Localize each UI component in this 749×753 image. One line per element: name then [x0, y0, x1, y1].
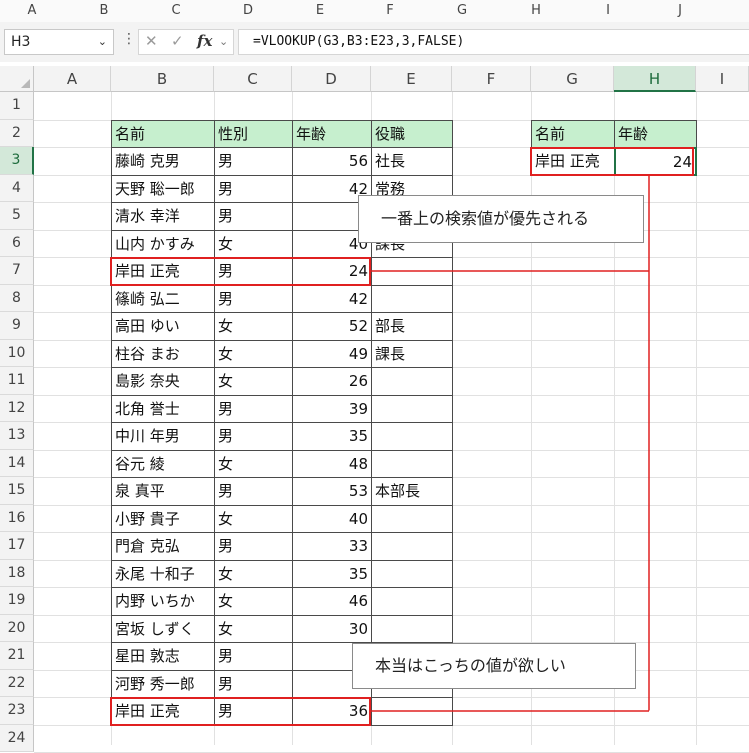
- row-header-14[interactable]: 14: [0, 449, 34, 477]
- row-header-4[interactable]: 4: [0, 174, 34, 202]
- column-header-c[interactable]: C: [214, 66, 292, 92]
- row-header-13[interactable]: 13: [0, 422, 34, 450]
- row-header-2[interactable]: 2: [0, 119, 34, 147]
- row-header-22[interactable]: 22: [0, 669, 34, 697]
- more-icon[interactable]: ⋮: [122, 32, 136, 46]
- row-header-23[interactable]: 23: [0, 697, 34, 725]
- row-header-16[interactable]: 16: [0, 504, 34, 532]
- row-header-20[interactable]: 20: [0, 614, 34, 642]
- callout-top: 一番上の検索値が優先される: [358, 195, 644, 243]
- top-column-letters: A B C D E F G H I J: [0, 0, 749, 23]
- row-header-17[interactable]: 17: [0, 532, 34, 560]
- top-letter-i: I: [606, 3, 610, 18]
- cancel-icon[interactable]: ✕: [145, 32, 158, 50]
- chevron-down-icon[interactable]: ⌄: [98, 30, 107, 54]
- column-header-i[interactable]: I: [696, 66, 749, 92]
- row-header-11[interactable]: 11: [0, 367, 34, 395]
- top-letter-h: H: [531, 3, 541, 18]
- top-letter-f: F: [386, 3, 394, 18]
- top-letter-j: J: [678, 3, 682, 18]
- row-header-24[interactable]: 24: [0, 724, 34, 752]
- row-header-8[interactable]: 8: [0, 284, 34, 312]
- column-header-g[interactable]: G: [531, 66, 614, 92]
- row-header-1[interactable]: 1: [0, 92, 34, 120]
- top-letter-e: E: [315, 3, 325, 18]
- top-letter-d: D: [242, 3, 253, 18]
- top-letter-b: B: [99, 3, 109, 18]
- column-header-h[interactable]: H: [614, 66, 696, 92]
- formula-buttons: ✕ ✓ fx ⌄: [138, 29, 234, 55]
- row-header-18[interactable]: 18: [0, 559, 34, 587]
- chevron-down-icon[interactable]: ⌄: [219, 35, 228, 48]
- row-header-6[interactable]: 6: [0, 229, 34, 257]
- top-letter-g: G: [456, 3, 468, 18]
- callout-bottom: 本当はこっちの値が欲しい: [352, 643, 636, 689]
- row-header-3[interactable]: 3: [0, 147, 34, 175]
- name-box-value: H3: [11, 34, 31, 50]
- select-all-corner[interactable]: [0, 66, 34, 92]
- column-header-a[interactable]: A: [34, 66, 111, 92]
- column-header-d[interactable]: D: [292, 66, 371, 92]
- column-header-f[interactable]: F: [452, 66, 531, 92]
- row-header-7[interactable]: 7: [0, 257, 34, 285]
- row-header-10[interactable]: 10: [0, 339, 34, 367]
- row-header-21[interactable]: 21: [0, 642, 34, 670]
- row-header-15[interactable]: 15: [0, 477, 34, 505]
- column-header-e[interactable]: E: [371, 66, 452, 92]
- formula-bar: H3 ⌄ ⋮ ✕ ✓ fx ⌄ =VLOOKUP(G3,B3:E23,3,FAL…: [0, 22, 749, 62]
- row-header-5[interactable]: 5: [0, 202, 34, 230]
- name-box[interactable]: H3 ⌄: [4, 29, 114, 55]
- top-letter-a: A: [27, 3, 37, 18]
- insert-function-icon[interactable]: fx: [197, 32, 212, 50]
- enter-icon[interactable]: ✓: [171, 32, 184, 50]
- top-letter-c: C: [171, 3, 181, 18]
- row-header-19[interactable]: 19: [0, 587, 34, 615]
- callout-top-text: 一番上の検索値が優先される: [381, 209, 590, 228]
- column-header-b[interactable]: B: [111, 66, 214, 92]
- row-header-9[interactable]: 9: [0, 312, 34, 340]
- worksheet-grid[interactable]: 名前性別年齢役職藤崎 克男男56社長天野 聡一郎男42常務清水 幸洋男3山内 か…: [34, 92, 749, 753]
- formula-input[interactable]: =VLOOKUP(G3,B3:E23,3,FALSE): [238, 29, 749, 55]
- callout-bottom-text: 本当はこっちの値が欲しい: [375, 656, 566, 675]
- row-header-12[interactable]: 12: [0, 394, 34, 422]
